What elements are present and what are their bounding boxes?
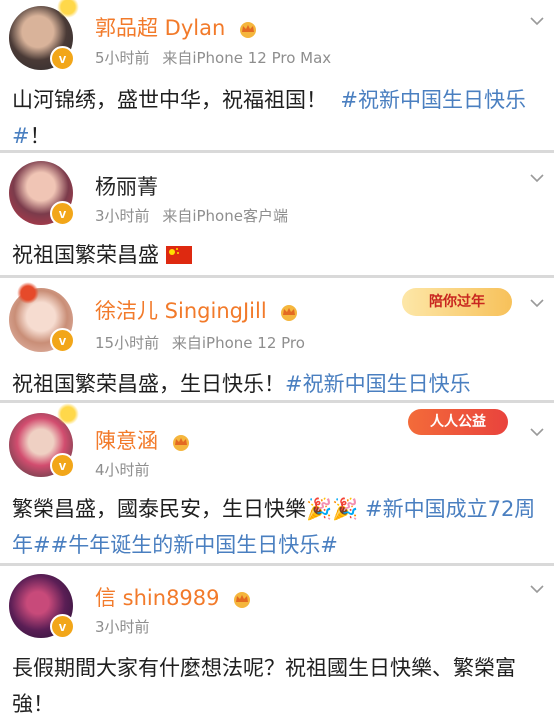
crown-icon — [239, 22, 256, 38]
feed-post: v 徐洁儿 SingingJill 15小时前 来自iPhone 12 Pro … — [0, 278, 554, 400]
chevron-down-icon[interactable] — [530, 582, 544, 596]
post-text: 長假期間大家有什麼想法呢？祝祖國生日快樂、繁榮富強！ — [12, 656, 516, 716]
chevron-down-icon[interactable] — [530, 14, 544, 28]
china-flag-icon — [165, 246, 192, 264]
post-meta: 3小时前 来自iPhone客户端 — [95, 207, 288, 225]
chevron-down-icon[interactable] — [530, 425, 544, 439]
hashtag-link[interactable]: #牛年诞生的新中国生日快乐# — [51, 533, 338, 557]
feed-post: v 信 shin8989 3小时前 長假期間大家有什麼想法呢？祝祖國生日快樂、繁… — [0, 566, 554, 716]
avatar[interactable]: v — [9, 403, 79, 478]
verified-badge-icon: v — [50, 328, 75, 353]
hashtag-link[interactable]: #祝新中国生日快乐 — [285, 372, 471, 396]
avatar[interactable]: v — [9, 0, 79, 71]
post-meta: 15小时前 来自iPhone 12 Pro — [95, 334, 305, 352]
chevron-down-icon[interactable] — [530, 296, 544, 310]
verified-badge-icon: v — [50, 453, 75, 478]
post-text: 祝祖国繁荣昌盛 — [12, 237, 542, 273]
event-ribbon: 陪你过年 — [402, 288, 512, 316]
post-meta: 5小时前 来自iPhone 12 Pro Max — [95, 49, 332, 67]
verified-badge-icon: v — [50, 46, 75, 71]
post-text: 祝祖国繁荣昌盛，生日快乐！#祝新中国生日快乐 — [12, 372, 471, 396]
sun-badge-icon — [57, 403, 79, 425]
author-name[interactable]: 陳意涵 — [95, 425, 192, 455]
avatar[interactable]: v — [9, 574, 75, 639]
avatar[interactable]: v — [9, 161, 75, 226]
post-text: 繁榮昌盛，國泰民安，生日快樂🎉🎉 #新中国成立72周年##牛年诞生的新中国生日快… — [12, 497, 536, 557]
verified-badge-icon: v — [50, 614, 75, 639]
lantern-decoration-icon — [17, 282, 39, 304]
chevron-down-icon[interactable] — [530, 171, 544, 185]
post-meta: 4小时前 — [95, 461, 150, 479]
author-name[interactable]: 郭品超 Dylan — [95, 12, 259, 42]
crown-icon — [172, 435, 189, 451]
author-name[interactable]: 徐洁儿 SingingJill — [95, 295, 300, 325]
party-popper-icon: 🎉🎉 — [306, 497, 359, 521]
post-meta: 3小时前 — [95, 618, 150, 636]
sun-badge-icon — [57, 0, 79, 18]
event-ribbon: 人人公益 — [408, 409, 508, 435]
crown-icon — [234, 592, 251, 608]
feed-post: v 杨丽菁 3小时前 来自iPhone客户端 祝祖国繁荣昌盛 — [0, 153, 554, 275]
verified-badge-icon: v — [50, 201, 75, 226]
post-text: 山河锦绣，盛世中华，祝福祖国！ #祝新中国生日快乐#！ — [12, 88, 526, 148]
crown-icon — [281, 305, 298, 321]
author-name[interactable]: 杨丽菁 — [95, 171, 158, 201]
feed-post: v 郭品超 Dylan 5小时前 来自iPhone 12 Pro Max 山河锦… — [0, 0, 554, 150]
author-name[interactable]: 信 shin8989 — [95, 582, 253, 612]
avatar[interactable]: v — [9, 282, 75, 353]
feed-post: v 陳意涵 4小时前 人人公益 繁榮昌盛，國泰民安，生日快樂🎉🎉 #新中国成立7… — [0, 403, 554, 563]
